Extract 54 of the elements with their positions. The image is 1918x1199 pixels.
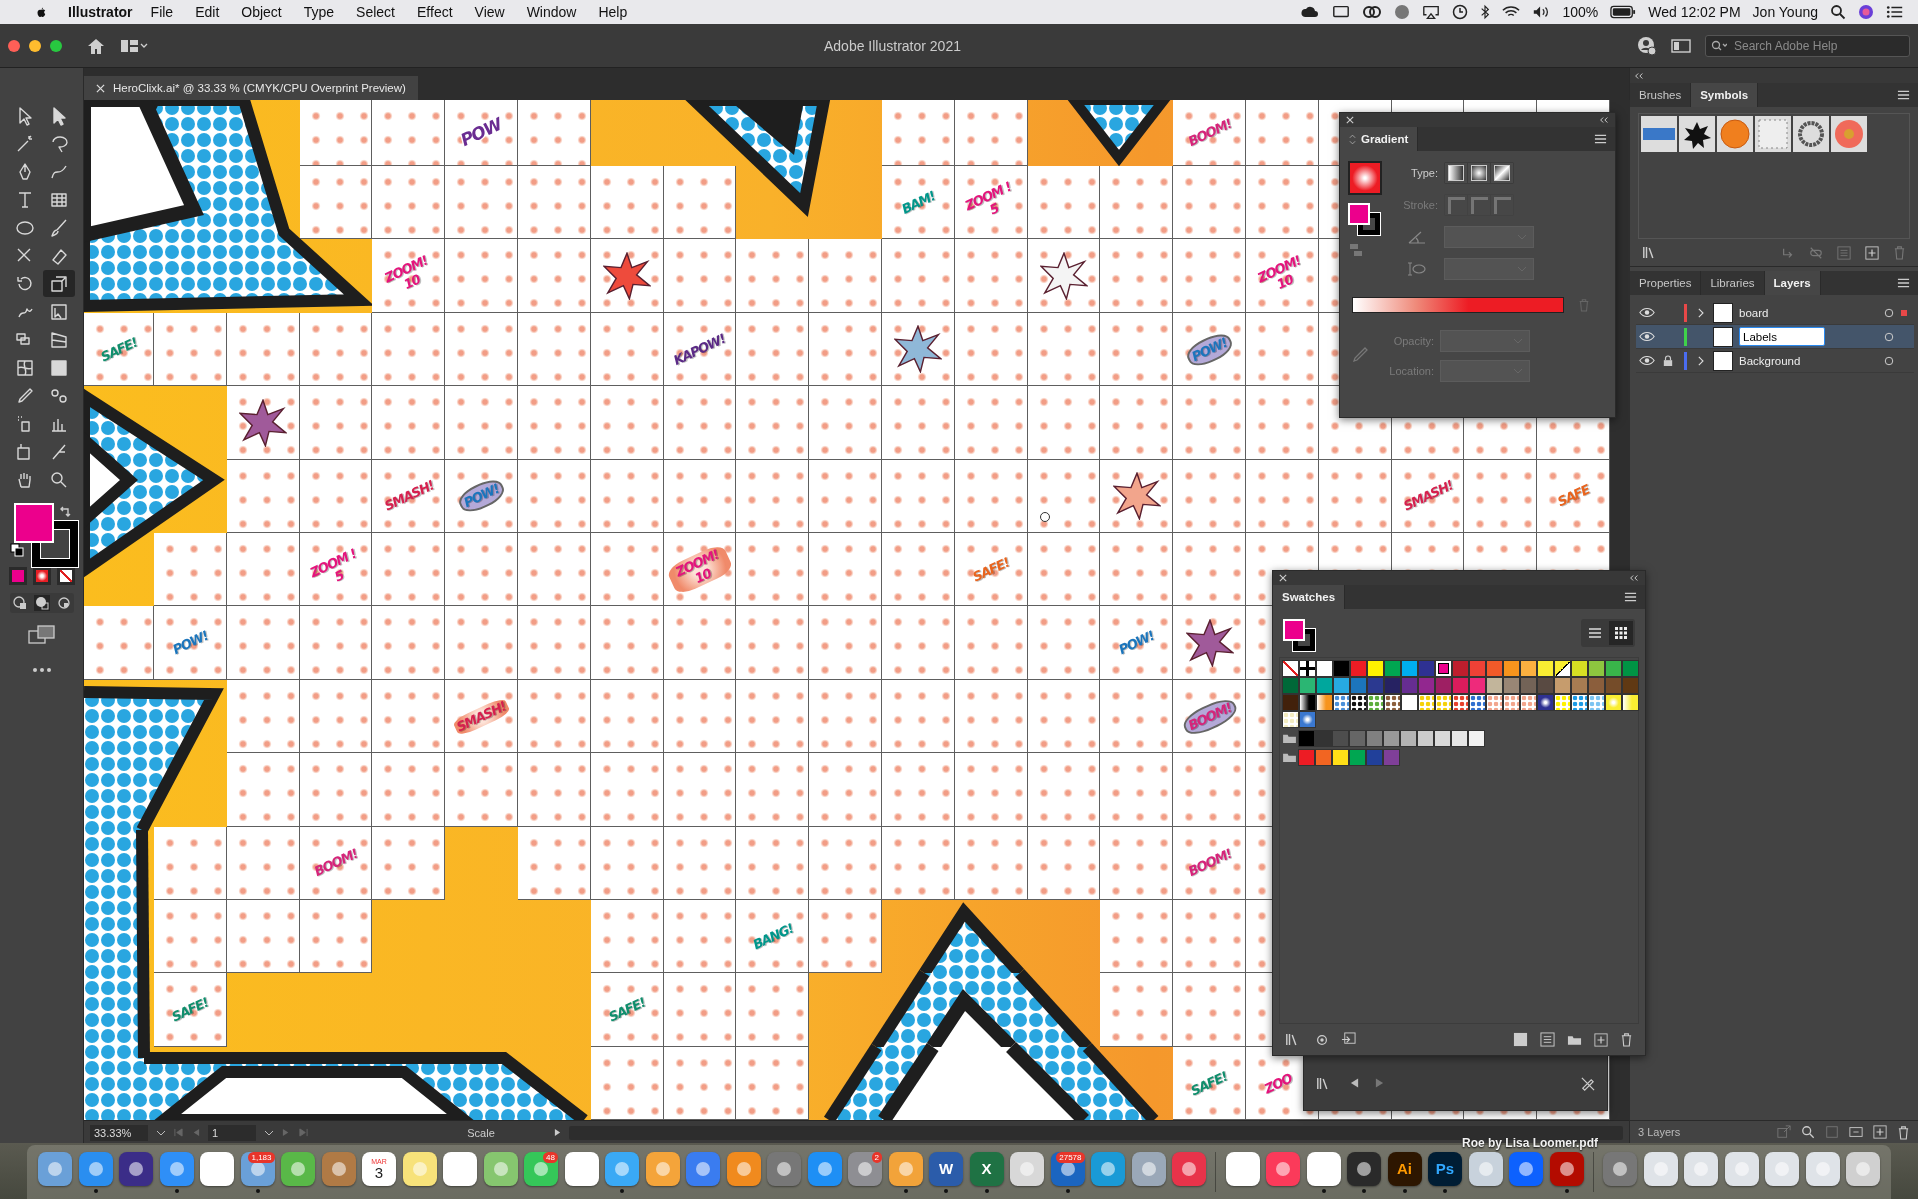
envelope-icon[interactable]: 27578: [1050, 1151, 1085, 1186]
panel-tab[interactable]: Layers: [1764, 271, 1821, 295]
panel-tab[interactable]: Properties: [1630, 271, 1702, 295]
menu-bar-clock[interactable]: Wed 12:02 PM: [1648, 4, 1741, 20]
app-letters: Ps: [1435, 1160, 1455, 1177]
menu-item[interactable]: Object: [241, 4, 282, 20]
app-letters: X: [981, 1160, 992, 1177]
panel-tab[interactable]: Symbols: [1691, 83, 1759, 107]
layer-row[interactable]: Background: [1636, 349, 1914, 373]
document-icon[interactable]: W: [929, 1151, 963, 1186]
menu-item[interactable]: File: [150, 4, 174, 20]
zoom-dropdown[interactable]: 33.33%: [90, 1124, 148, 1141]
panel-tab[interactable]: Swatches: [1273, 585, 1346, 609]
menu-item[interactable]: Edit: [195, 4, 220, 20]
menu-item[interactable]: Effect: [417, 4, 453, 20]
app-letters: W: [938, 1160, 954, 1177]
layer-name: Background: [1739, 354, 1801, 367]
menu-item[interactable]: View: [474, 4, 505, 20]
artboard-number-field[interactable]: 1: [208, 1124, 256, 1141]
notification-badge: 27578: [1056, 1151, 1085, 1163]
panel-title: Gradient: [1361, 133, 1409, 145]
desktop-file-label[interactable]: Roe by Lisa Loomer.pdf: [1461, 1136, 1598, 1150]
panel-tab[interactable]: Gradient: [1340, 127, 1419, 151]
document-title: HeroClixk.ai* @ 33.33 % (CMYK/CPU Overprint Preview): [113, 82, 406, 94]
layer-count: 3 Layers: [1638, 1126, 1681, 1138]
notification-badge: 1,183: [248, 1151, 275, 1163]
app-letters: Ai: [1397, 1160, 1412, 1177]
gear-icon[interactable]: 2: [848, 1151, 882, 1186]
comic-word: ZOO: [1262, 1071, 1295, 1096]
document-tab[interactable]: HeroClixk.ai* @ 33.33 % (CMYK/CPU Overprint Preview): [84, 76, 418, 100]
notification-badge: 48: [543, 1151, 558, 1163]
type-label: Type:: [1410, 167, 1438, 179]
menu-item[interactable]: Help: [598, 4, 628, 20]
notification-badge: 2: [871, 1151, 882, 1163]
app-icon[interactable]: Ai: [1387, 1151, 1422, 1186]
menu-item[interactable]: Type: [303, 4, 335, 20]
menu-item[interactable]: Window: [526, 4, 577, 20]
comic-word: SAFE: [1555, 483, 1592, 510]
window-title: Adobe Illustrator 2021: [823, 37, 962, 54]
calendar-day: 3: [374, 1164, 384, 1180]
user-name[interactable]: Jon Young: [1752, 4, 1818, 20]
video-camera-icon[interactable]: 48: [524, 1151, 558, 1186]
picture-icon[interactable]: 1,183: [240, 1151, 275, 1186]
layer-row[interactable]: Labels: [1636, 325, 1914, 349]
help-search-field[interactable]: Search Adobe Help: [1705, 34, 1910, 57]
panel-tab[interactable]: Libraries: [1701, 271, 1765, 295]
layer-name: board: [1739, 306, 1769, 319]
app-icon[interactable]: Ps: [1428, 1151, 1462, 1186]
app-menu[interactable]: Illustrator: [68, 4, 133, 20]
battery-percent: 100%: [1562, 4, 1599, 20]
layer-name-field[interactable]: Labels: [1739, 327, 1825, 346]
current-tool-label: Scale: [466, 1126, 496, 1139]
menu-item[interactable]: Select: [356, 4, 395, 20]
spreadsheet-icon[interactable]: X: [969, 1151, 1004, 1186]
